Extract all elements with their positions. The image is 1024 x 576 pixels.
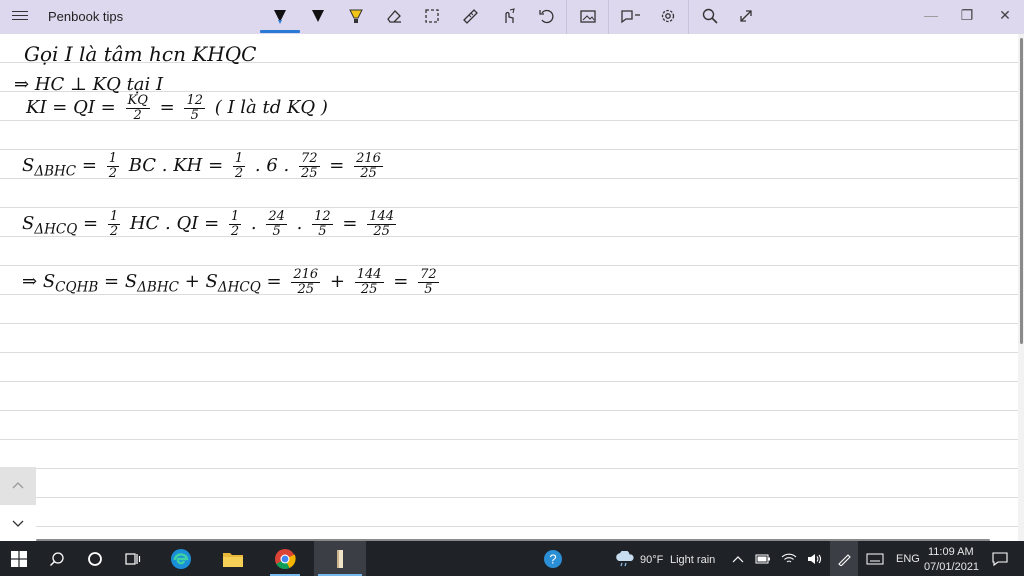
taskbar: ? 90°F Light rain ENG 11:09 AM 07/01/202… <box>0 541 1024 576</box>
weather-description: Light rain <box>670 554 716 566</box>
pen-tray[interactable] <box>830 541 858 576</box>
wifi-tray[interactable] <box>778 541 800 576</box>
input-language[interactable]: ENG <box>896 553 920 565</box>
note-line-1: Gọi I là tâm hcn KHQC <box>24 42 257 66</box>
note-line-5: SΔHCQ = 12 HC . QI = 12 . 24 5 . 12 5 = 14… <box>22 209 397 239</box>
app-title: Penbook tips <box>48 9 124 24</box>
title-bar: Penbook tips — ❐ ✕ <box>0 0 1024 34</box>
note-line-4: SΔBHC = 12 BC . KH = 12 . 6 . 72 25 = 216… <box>22 151 383 181</box>
menu-icon[interactable] <box>8 8 32 26</box>
settings-icon[interactable] <box>654 4 682 28</box>
touch-writing-icon[interactable] <box>494 4 522 28</box>
cortana-button[interactable] <box>76 541 114 576</box>
note-line-6: ⇒ SCQHB = SΔBHC + SΔHCQ = 216 25 + 144 25 … <box>22 267 439 297</box>
page-up-button[interactable] <box>0 467 36 505</box>
chevron-up-icon <box>732 555 744 562</box>
chevron-down-icon <box>12 520 24 527</box>
page-down-button[interactable] <box>0 506 36 540</box>
weather-widget[interactable] <box>608 541 642 576</box>
shapes-icon[interactable] <box>616 4 646 28</box>
vertical-scrollbar[interactable] <box>1018 34 1024 541</box>
tray-overflow-button[interactable] <box>728 541 748 576</box>
task-view-button[interactable] <box>114 541 152 576</box>
ruler-icon[interactable] <box>456 4 484 28</box>
notification-icon <box>992 551 1008 566</box>
help-icon: ? <box>544 549 562 568</box>
cloud-rain-icon <box>616 550 634 566</box>
maximize-button[interactable]: ❐ <box>952 4 982 26</box>
task-view-icon <box>125 552 141 565</box>
expand-icon[interactable] <box>732 4 760 28</box>
windows-logo-icon <box>11 550 27 567</box>
chrome-button[interactable] <box>266 541 304 576</box>
black-pen-icon[interactable] <box>260 4 300 33</box>
note-canvas[interactable]: Gọi I là tâm hcn KHQC ⇒ HC ⊥ KQ tại I KI… <box>0 34 1018 541</box>
penbook-icon <box>337 549 343 568</box>
penbook-taskbar-button[interactable] <box>314 541 366 576</box>
weather-temperature: 90°F <box>640 554 664 566</box>
minimize-button[interactable]: — <box>916 4 946 26</box>
highlighter-icon[interactable] <box>342 4 370 28</box>
pen-icon[interactable] <box>304 4 332 28</box>
edge-browser-icon <box>171 548 191 569</box>
close-button[interactable]: ✕ <box>990 4 1020 26</box>
folder-icon <box>223 552 243 567</box>
undo-icon[interactable] <box>532 4 560 28</box>
help-button[interactable]: ? <box>534 541 572 576</box>
battery-tray[interactable] <box>752 541 774 576</box>
pen-workspace-icon <box>838 553 851 566</box>
toolbar-divider <box>688 0 689 34</box>
note-line-2: ⇒ HC ⊥ KQ tại I <box>14 74 164 95</box>
cortana-icon <box>88 551 102 566</box>
start-button[interactable] <box>0 541 38 576</box>
clock-date[interactable]: 07/01/2021 <box>924 561 979 573</box>
search-button[interactable] <box>38 541 76 576</box>
note-line-3: KI = QI = KQ 2 = 12 5 ( I là td KQ ) <box>26 93 328 123</box>
chevron-up-icon <box>12 482 24 489</box>
eraser-icon[interactable] <box>380 4 408 28</box>
keyboard-icon <box>866 553 884 564</box>
battery-icon <box>755 554 770 563</box>
insert-image-icon[interactable] <box>574 4 602 28</box>
chrome-icon <box>275 548 296 569</box>
touch-keyboard-tray[interactable] <box>862 541 888 576</box>
toolbar-divider <box>566 0 567 34</box>
edge-button[interactable] <box>162 541 200 576</box>
clock-time[interactable]: 11:09 AM <box>928 546 974 558</box>
file-explorer-button[interactable] <box>214 541 252 576</box>
lasso-select-icon[interactable] <box>418 4 446 28</box>
toolbar-divider <box>608 0 609 34</box>
speaker-icon <box>808 553 822 564</box>
volume-tray[interactable] <box>804 541 826 576</box>
action-center-button[interactable] <box>986 541 1014 576</box>
search-icon <box>50 551 64 566</box>
svg-text:?: ? <box>549 551 556 566</box>
search-icon[interactable] <box>696 4 724 28</box>
wifi-icon <box>781 553 797 562</box>
scroll-thumb[interactable] <box>1020 38 1023 344</box>
